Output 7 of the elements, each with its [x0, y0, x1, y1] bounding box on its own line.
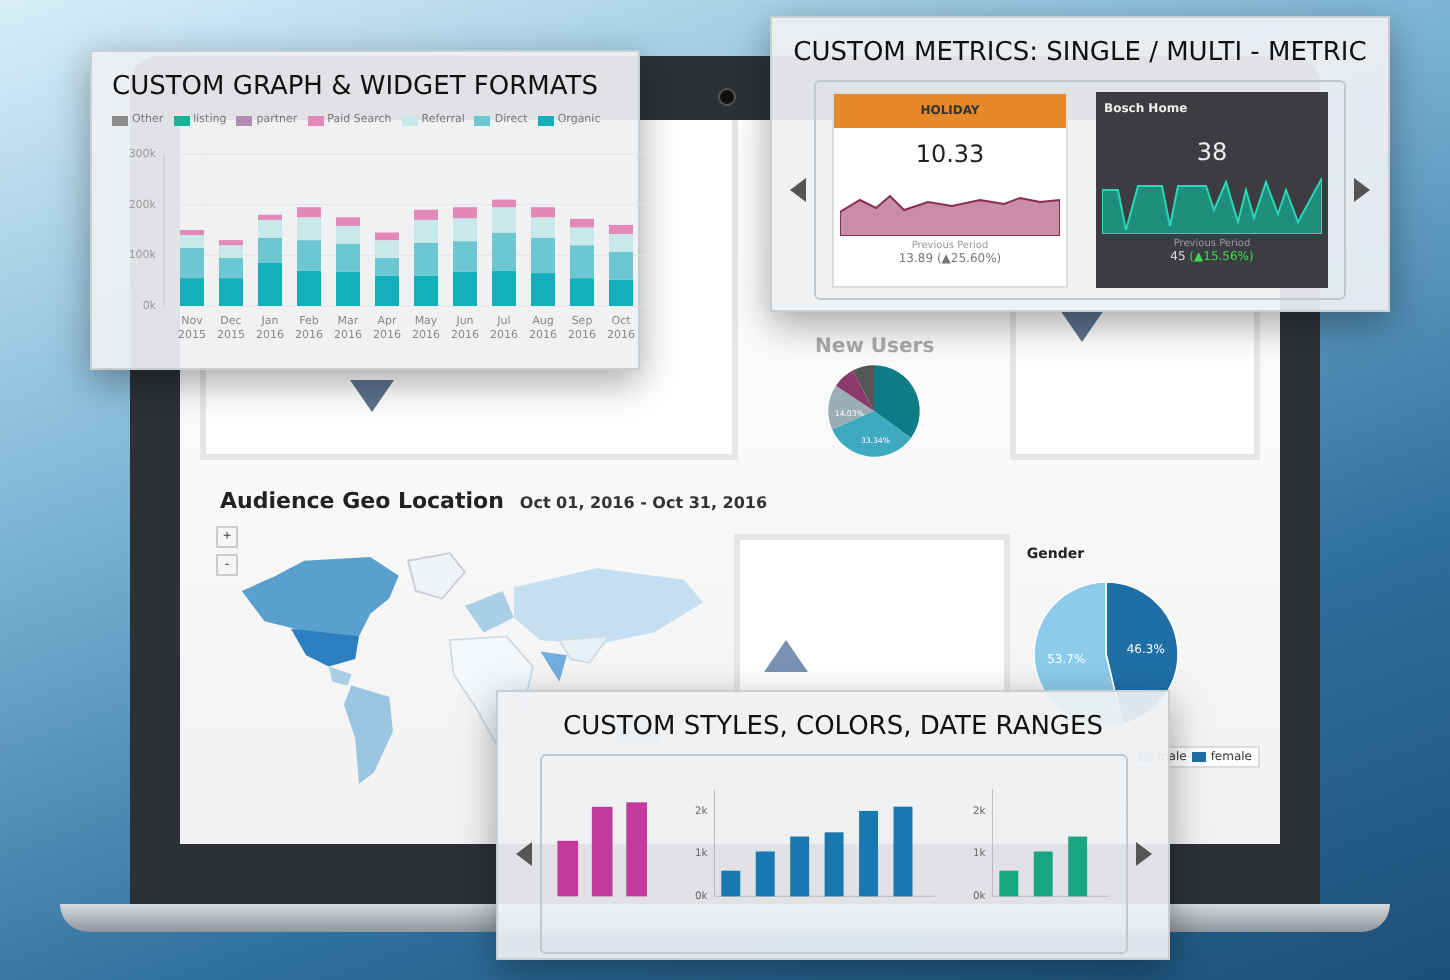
- panel-title: CUSTOM STYLES, COLORS, DATE RANGES: [563, 712, 1103, 742]
- date-range: Oct 01, 2016 - Oct 31, 2016: [519, 494, 768, 512]
- panel-title: CUSTOM METRICS: SINGLE / MULTI - METRIC: [793, 38, 1367, 68]
- metric-value: 38: [1196, 138, 1228, 166]
- section-title: Audience Geo Location: [220, 488, 504, 514]
- widget-title: New Users: [815, 336, 935, 358]
- metric-value: 10.33: [915, 140, 985, 168]
